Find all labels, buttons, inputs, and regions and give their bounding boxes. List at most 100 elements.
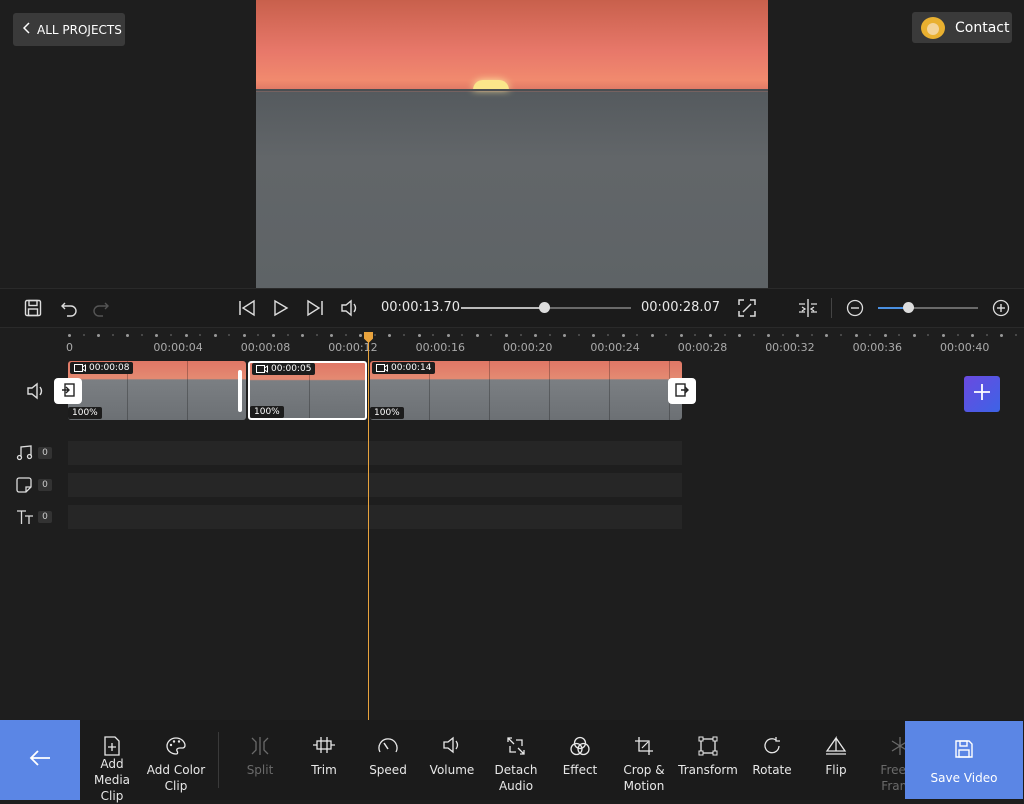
- crop-icon: [634, 736, 654, 762]
- add-color-label: Add Color Clip: [145, 762, 207, 794]
- video-clip-2[interactable]: 00:00:05 100%: [248, 361, 367, 420]
- detach-audio-label: Detach Audio: [490, 762, 542, 794]
- fullscreen-icon[interactable]: [738, 299, 756, 317]
- ruler-tick: [185, 334, 188, 337]
- add-clip-button[interactable]: [964, 376, 1000, 412]
- add-file-icon: [103, 736, 121, 756]
- track-volume-icon[interactable]: [26, 382, 46, 400]
- effect-button[interactable]: Effect: [548, 720, 612, 800]
- clip-volume-tag: 100%: [250, 406, 284, 418]
- toolbar-divider: [218, 732, 219, 788]
- ruler-tick: [738, 334, 741, 337]
- effect-label: Effect: [563, 762, 598, 778]
- playback-knob[interactable]: [539, 302, 550, 313]
- playhead[interactable]: [368, 340, 369, 720]
- arrow-left-icon: [28, 749, 52, 771]
- trim-label: Trim: [311, 762, 337, 778]
- rotate-button[interactable]: Rotate: [740, 720, 804, 800]
- ruler-tick: [301, 334, 304, 337]
- snap-icon[interactable]: [797, 298, 819, 318]
- playback-progress: [461, 307, 544, 309]
- zoom-out-icon[interactable]: [846, 299, 864, 317]
- ruler-tick: [549, 334, 551, 336]
- zoom-in-icon[interactable]: [992, 299, 1010, 317]
- contact-button[interactable]: Contact: [912, 12, 1012, 43]
- speed-button[interactable]: Speed: [356, 720, 420, 800]
- transform-button[interactable]: Transform: [676, 720, 740, 800]
- ruler-tick: [622, 334, 625, 337]
- ruler-tick: [811, 334, 813, 336]
- volume-button[interactable]: Volume: [420, 720, 484, 800]
- ruler-tick: [476, 334, 479, 337]
- ruler-label: 00:00:24: [590, 341, 639, 354]
- back-button[interactable]: [0, 720, 80, 800]
- crop-motion-button[interactable]: Crop & Motion: [612, 720, 676, 800]
- ruler-tick: [1000, 334, 1003, 337]
- ruler-tick: [694, 334, 696, 336]
- redo-icon[interactable]: [92, 299, 110, 317]
- audio-track[interactable]: [68, 441, 682, 465]
- text-icon: [16, 509, 34, 529]
- save-video-button[interactable]: Save Video: [905, 721, 1023, 799]
- video-clip-3[interactable]: 00:00:14 100%: [370, 361, 682, 420]
- zoom-knob[interactable]: [903, 302, 914, 313]
- ruler-tick: [403, 334, 405, 336]
- detach-audio-button[interactable]: Detach Audio: [484, 720, 548, 800]
- video-clip-1[interactable]: 00:00:08 100%: [68, 361, 246, 420]
- timeline-ruler[interactable]: 000:00:0400:00:0800:00:1200:00:1600:00:2…: [0, 330, 1024, 356]
- ruler-tick: [1015, 334, 1017, 336]
- ruler-tick: [971, 334, 974, 337]
- all-projects-label: ALL PROJECTS: [37, 23, 122, 37]
- ruler-tick: [724, 334, 726, 336]
- current-time: 00:00:13.70: [381, 300, 460, 315]
- ruler-tick: [388, 334, 391, 337]
- clip-volume-tag: 100%: [370, 407, 404, 419]
- ruler-tick: [112, 334, 114, 336]
- ruler-tick: [228, 334, 230, 336]
- speaker-icon[interactable]: [340, 299, 360, 317]
- text-track[interactable]: [68, 505, 682, 529]
- sticker-track[interactable]: [68, 473, 682, 497]
- ruler-tick: [272, 334, 275, 337]
- ruler-tick: [942, 334, 945, 337]
- save-icon[interactable]: [24, 299, 42, 317]
- ruler-tick: [170, 334, 172, 336]
- ruler-label: 0: [66, 341, 73, 354]
- trim-button[interactable]: Trim: [292, 720, 356, 800]
- clip-trim-handle[interactable]: [238, 370, 242, 412]
- add-media-clip-button[interactable]: Add Media Clip: [80, 720, 144, 800]
- ruler-tick: [199, 334, 201, 336]
- ruler-tick: [855, 334, 858, 337]
- undo-icon[interactable]: [60, 299, 78, 317]
- ruler-tick: [418, 334, 421, 337]
- sticker-track-count: 0: [38, 479, 52, 491]
- ruler-tick: [563, 334, 566, 337]
- music-note-icon: [16, 445, 34, 465]
- skip-forward-icon[interactable]: [306, 299, 324, 317]
- timeline-start-handle[interactable]: [54, 378, 82, 404]
- zoom-slider[interactable]: [878, 307, 978, 309]
- palette-icon: [165, 736, 187, 762]
- add-color-clip-button[interactable]: Add Color Clip: [144, 720, 208, 800]
- ruler-tick: [578, 334, 580, 336]
- video-preview[interactable]: [256, 0, 768, 288]
- all-projects-button[interactable]: ALL PROJECTS: [13, 13, 125, 46]
- flip-button[interactable]: Flip: [804, 720, 868, 800]
- ruler-tick: [83, 334, 85, 336]
- add-media-label: Add Media Clip: [81, 756, 143, 804]
- contact-label: Contact: [955, 20, 1009, 36]
- timeline-end-handle[interactable]: [668, 378, 696, 404]
- ruler-tick: [447, 334, 450, 337]
- avatar-icon: [921, 17, 945, 39]
- ruler-tick: [534, 334, 537, 337]
- ruler-label: 00:00:32: [765, 341, 814, 354]
- enter-icon: [61, 382, 75, 401]
- playback-slider[interactable]: [461, 307, 631, 309]
- split-button[interactable]: Split: [228, 720, 292, 800]
- clip-duration-tag: 00:00:05: [252, 363, 315, 375]
- skip-back-icon[interactable]: [238, 299, 256, 317]
- speedometer-icon: [377, 736, 399, 762]
- ruler-tick: [490, 334, 492, 336]
- ruler-label: 00:00:08: [241, 341, 290, 354]
- play-icon[interactable]: [272, 299, 290, 317]
